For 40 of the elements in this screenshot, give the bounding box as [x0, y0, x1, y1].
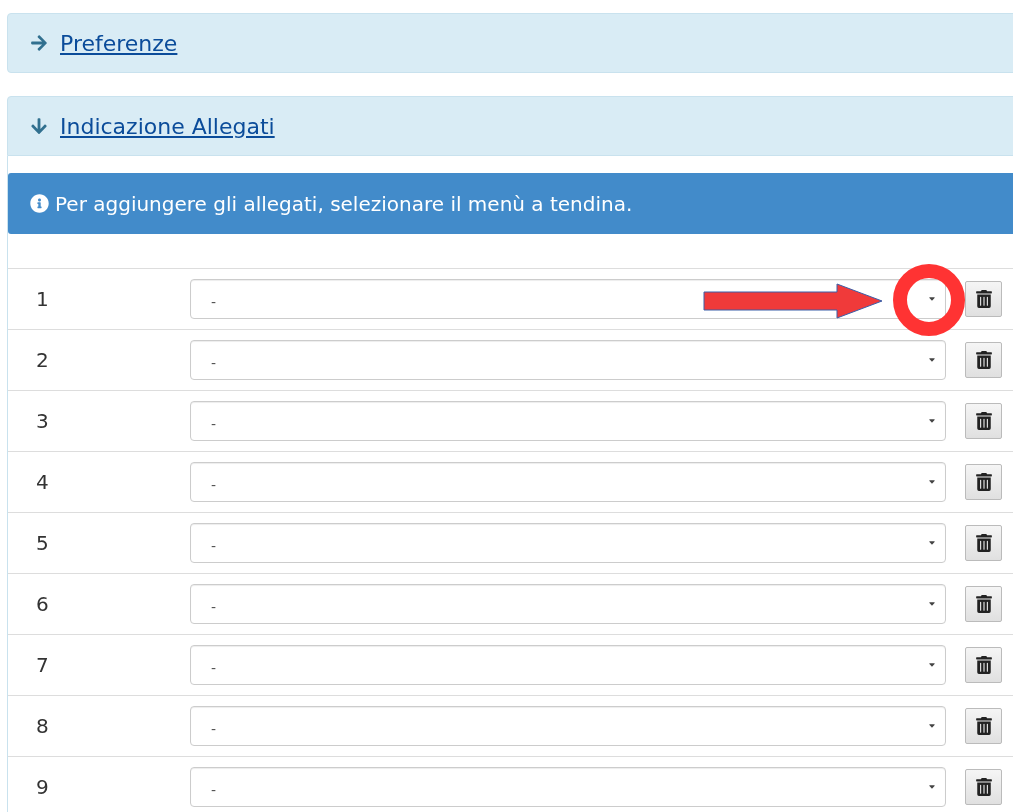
select-field[interactable]: - — [190, 706, 946, 746]
delete-button[interactable] — [965, 708, 1002, 744]
trash-icon — [975, 717, 992, 735]
delete-button[interactable] — [965, 403, 1002, 439]
delete-button[interactable] — [965, 281, 1002, 317]
delete-button[interactable] — [965, 647, 1002, 683]
row-number: 5 — [36, 530, 50, 557]
select-field[interactable]: - — [190, 584, 946, 624]
row-number: 8 — [36, 713, 50, 740]
trash-icon — [975, 351, 992, 369]
row-number: 9 — [36, 774, 50, 801]
delete-button[interactable] — [965, 525, 1002, 561]
panel-title-link[interactable]: Indicazione Allegati — [60, 109, 275, 143]
delete-button[interactable] — [965, 342, 1002, 378]
delete-button[interactable] — [965, 464, 1002, 500]
select-field[interactable]: - — [190, 462, 946, 502]
delete-button[interactable] — [965, 586, 1002, 622]
row-number: 6 — [36, 591, 50, 618]
trash-icon — [975, 534, 992, 552]
row-number: 2 — [36, 347, 50, 374]
select-field[interactable]: - — [190, 401, 946, 441]
info-text: Per aggiungere gli allegati, selezionare il menù a tendina. — [55, 190, 633, 218]
select-field[interactable]: - — [190, 645, 946, 685]
delete-button[interactable] — [965, 769, 1002, 805]
row-number: 3 — [36, 408, 50, 435]
trash-icon — [975, 778, 992, 796]
trash-icon — [975, 412, 992, 430]
panel-title-link[interactable]: Preferenze — [60, 26, 178, 60]
select-field[interactable]: - — [190, 767, 946, 807]
row-number: 4 — [36, 469, 50, 496]
annotation-circle — [893, 264, 965, 336]
trash-icon — [975, 595, 992, 613]
select-field[interactable]: - — [190, 340, 946, 380]
trash-icon — [975, 656, 992, 674]
trash-icon — [975, 473, 992, 491]
row-number: 7 — [36, 652, 50, 679]
trash-icon — [975, 290, 992, 308]
info-icon — [30, 194, 49, 213]
row-number: 1 — [36, 286, 50, 313]
select-field[interactable]: - — [190, 523, 946, 563]
